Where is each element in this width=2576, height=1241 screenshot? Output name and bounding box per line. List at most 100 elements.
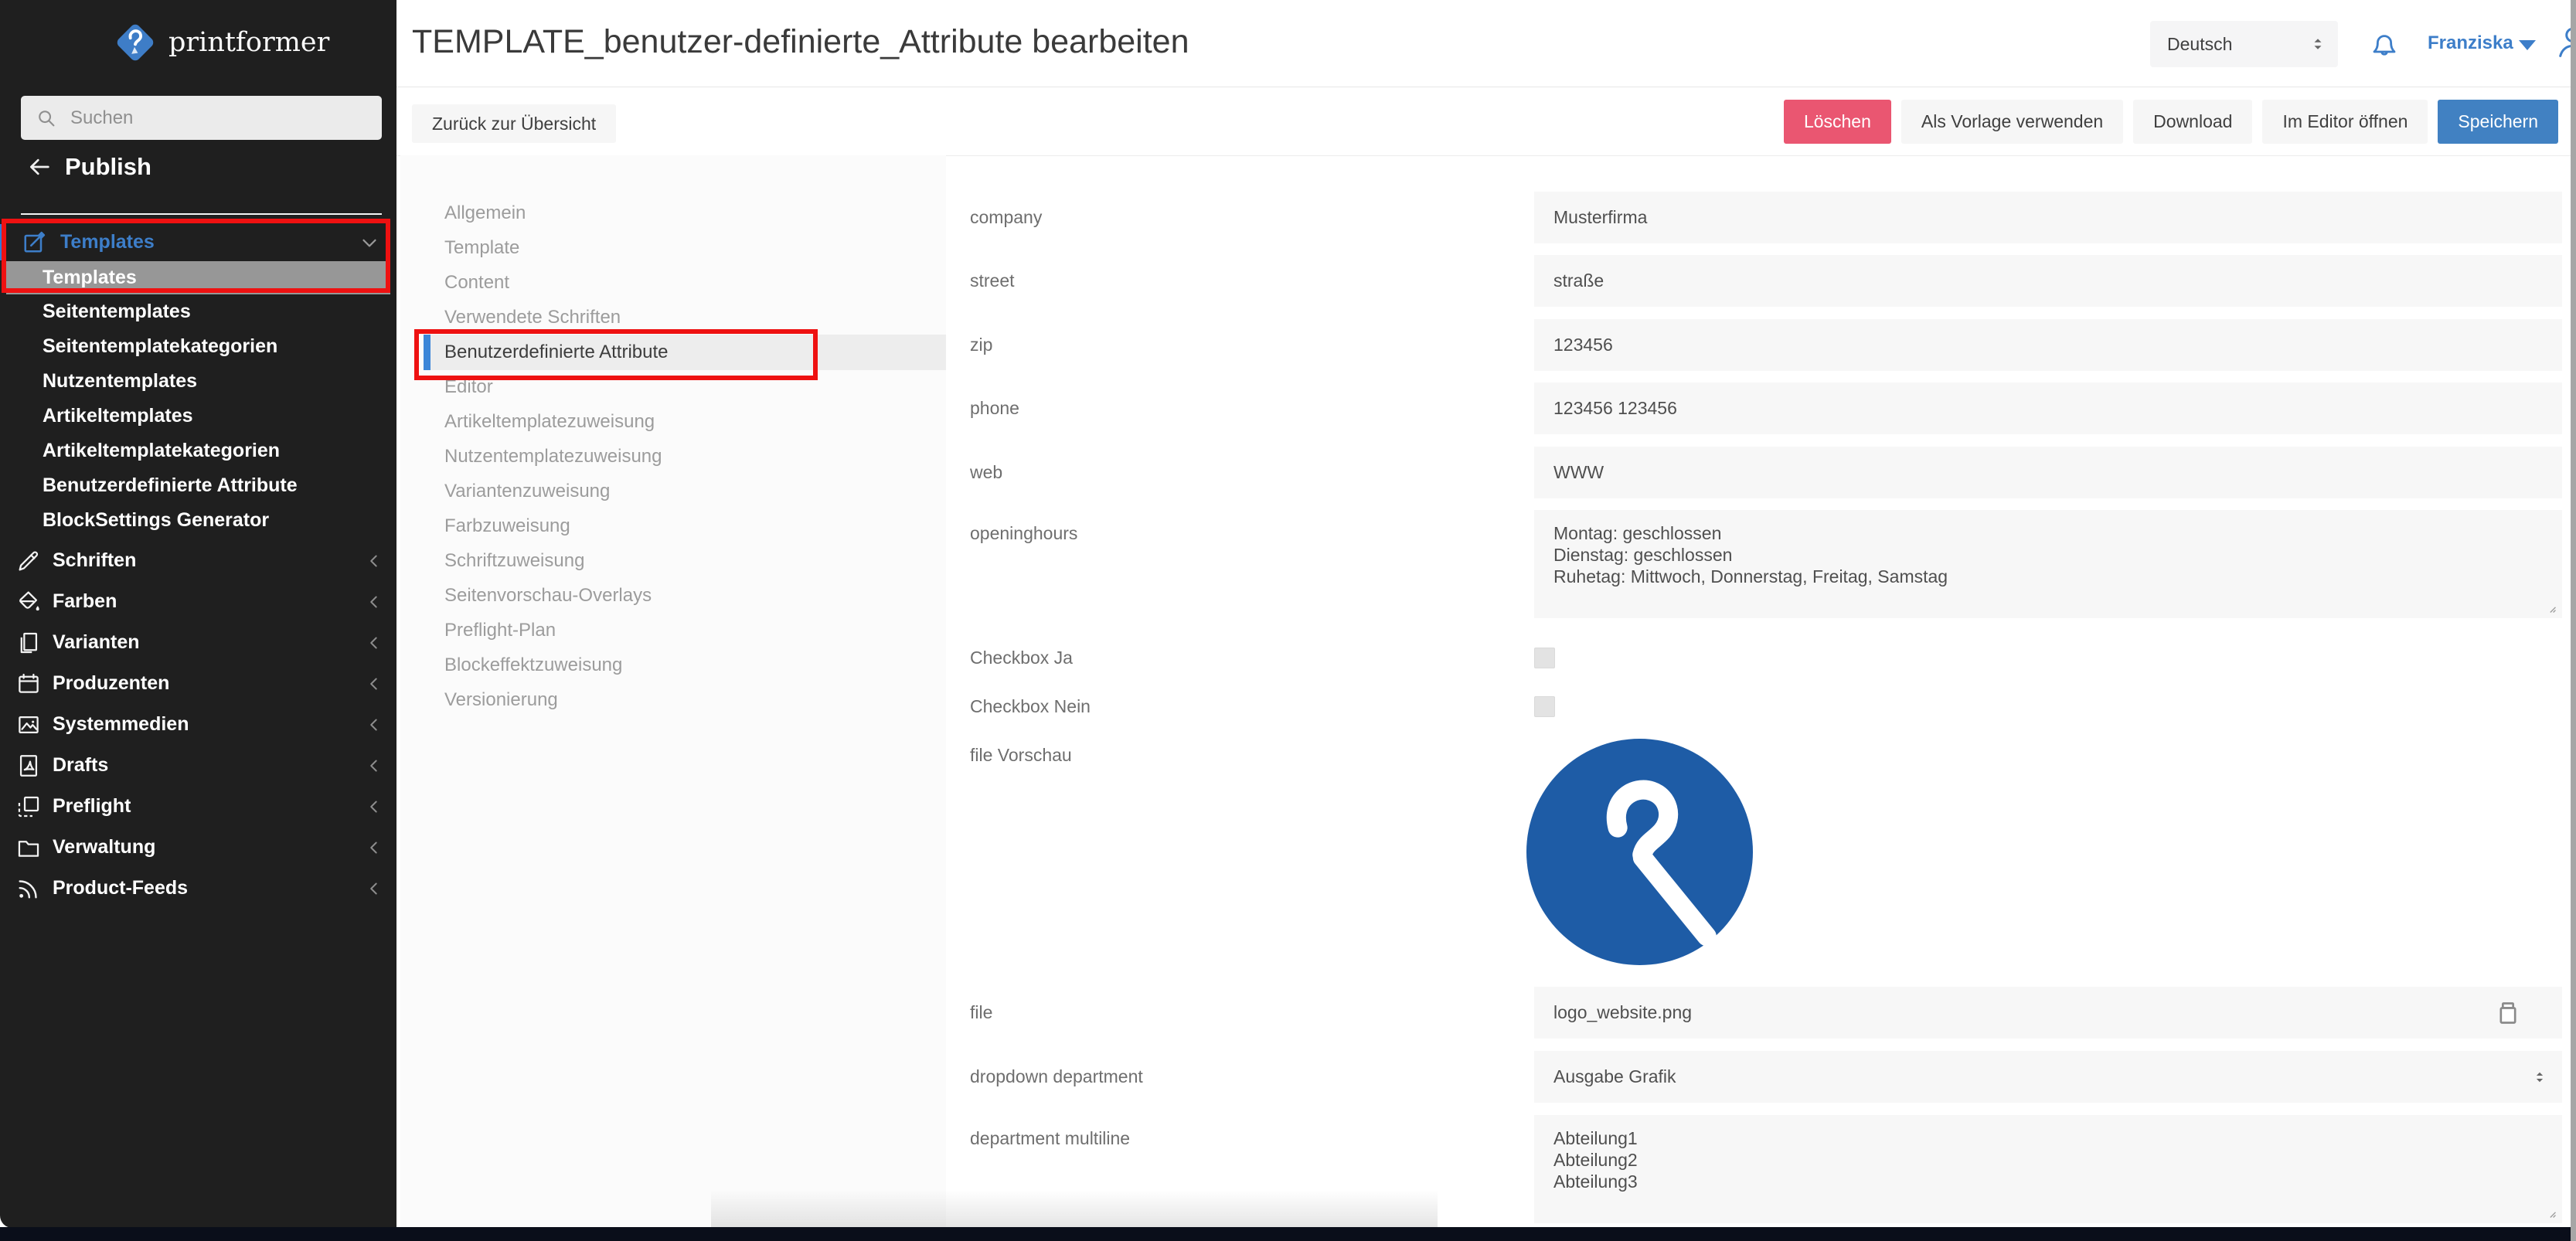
brand: printformer bbox=[111, 19, 329, 66]
subnav-item-blockeffektzuweisung[interactable]: Blockeffektzuweisung bbox=[400, 648, 946, 682]
sidebar-subitem-seitentemplates[interactable]: Seitentemplates bbox=[0, 294, 396, 329]
sidebar-item-product-feeds[interactable]: Product-Feeds bbox=[0, 868, 396, 909]
sidebar-item-systemmedien[interactable]: Systemmedien bbox=[0, 704, 396, 745]
active-indicator-bar bbox=[0, 224, 5, 260]
sidebar-item-label: Produzenten bbox=[53, 672, 169, 695]
sidebar-item-drafts[interactable]: Drafts bbox=[0, 745, 396, 786]
file-vorschau-label: file Vorschau bbox=[970, 739, 1072, 771]
user-name[interactable]: Franziska bbox=[2428, 32, 2513, 54]
department-multiline-label: department multiline bbox=[970, 1115, 1130, 1161]
notifications-bell-icon[interactable] bbox=[2366, 25, 2403, 62]
chevron-left-icon bbox=[364, 715, 384, 735]
chevron-left-icon bbox=[364, 592, 384, 612]
sidebar-subitem-blocksettings-generator[interactable]: BlockSettings Generator bbox=[0, 503, 396, 538]
layers-icon bbox=[15, 794, 42, 820]
subnav-item-template[interactable]: Template bbox=[400, 230, 946, 265]
subnav-item-artikeltemplatezuweisung[interactable]: Artikeltemplatezuweisung bbox=[400, 404, 946, 439]
web-input[interactable] bbox=[1534, 447, 2562, 498]
pdf-file-icon bbox=[15, 753, 42, 779]
department-multiline-textarea[interactable]: Abteilung1 Abteilung2 Abteilung3 bbox=[1534, 1115, 2562, 1223]
subnav-item-seitenvorschau-overlays[interactable]: Seitenvorschau-Overlays bbox=[400, 578, 946, 613]
subnav-item-benutzerdefinierte-attribute[interactable]: Benutzerdefinierte Attribute bbox=[424, 335, 946, 370]
openinghours-value: Montag: geschlossen Dienstag: geschlosse… bbox=[1534, 510, 2562, 600]
sidebar-subitem-nutzentemplates[interactable]: Nutzentemplates bbox=[0, 364, 396, 399]
page-title: TEMPLATE_benutzer-definierte_Attribute b… bbox=[412, 23, 1189, 61]
subitem-label: Benutzerdefinierte Attribute bbox=[43, 474, 298, 497]
file-value: logo_website.png bbox=[1553, 1002, 1692, 1023]
zip-label: zip bbox=[970, 319, 992, 371]
sidebar-item-varianten[interactable]: Varianten bbox=[0, 622, 396, 663]
user-menu-caret-icon[interactable] bbox=[2519, 40, 2536, 50]
language-select[interactable]: Deutsch bbox=[2150, 21, 2338, 67]
window-right-edge bbox=[2571, 0, 2576, 1241]
select-stepper-icon bbox=[2309, 35, 2327, 53]
street-input[interactable] bbox=[1534, 255, 2562, 307]
search-box[interactable] bbox=[21, 96, 382, 140]
sidebar-item-produzenten[interactable]: Produzenten bbox=[0, 663, 396, 704]
pages-icon bbox=[15, 630, 42, 656]
department-multiline-value: Abteilung1 Abteilung2 Abteilung3 bbox=[1534, 1115, 2562, 1205]
file-input[interactable]: logo_website.png bbox=[1534, 987, 2562, 1039]
subitem-label: Artikeltemplatekategorien bbox=[43, 440, 280, 462]
subnav-item-content[interactable]: Content bbox=[400, 265, 946, 300]
search-input[interactable] bbox=[69, 107, 368, 130]
download-button[interactable]: Download bbox=[2133, 100, 2252, 144]
sidebar-subitem-benutzerdefinierte-attribute[interactable]: Benutzerdefinierte Attribute bbox=[0, 468, 396, 503]
company-label: company bbox=[970, 192, 1042, 243]
language-select-value: Deutsch bbox=[2167, 34, 2232, 55]
subnav-item-variantenzuweisung[interactable]: Variantenzuweisung bbox=[400, 474, 946, 508]
sidebar-item-preflight[interactable]: Preflight bbox=[0, 786, 396, 827]
sidebar-item-label: Preflight bbox=[53, 795, 131, 818]
toolbar: Zurück zur Übersicht Löschen Als Vorlage… bbox=[396, 87, 2576, 156]
back-to-overview-button[interactable]: Zurück zur Übersicht bbox=[412, 104, 616, 143]
sidebar-item-farben[interactable]: Farben bbox=[0, 581, 396, 622]
subitem-label: Seitentemplates bbox=[43, 301, 191, 323]
sidebar-item-label: Varianten bbox=[53, 631, 140, 654]
subnav-item-versionierung[interactable]: Versionierung bbox=[400, 682, 946, 717]
dropdown-department-select[interactable]: Ausgabe Grafik bbox=[1534, 1051, 2562, 1103]
sidebar-item-schriften[interactable]: Schriften bbox=[0, 540, 396, 581]
sidebar-subitem-artikeltemplates[interactable]: Artikeltemplates bbox=[0, 399, 396, 434]
archive-box-icon[interactable] bbox=[2493, 998, 2523, 1028]
subnav-item-preflight-plan[interactable]: Preflight-Plan bbox=[400, 613, 946, 648]
delete-button[interactable]: Löschen bbox=[1784, 100, 1891, 144]
subnav-item-editor[interactable]: Editor bbox=[400, 369, 946, 404]
company-input[interactable] bbox=[1534, 192, 2562, 243]
open-in-editor-button[interactable]: Im Editor öffnen bbox=[2262, 100, 2428, 144]
subnav-item-allgemein[interactable]: Allgemein bbox=[400, 196, 946, 230]
chevron-left-icon bbox=[364, 633, 384, 653]
subnav-item-verwendete-schriften[interactable]: Verwendete Schriften bbox=[400, 300, 946, 335]
header: TEMPLATE_benutzer-definierte_Attribute b… bbox=[396, 0, 2576, 87]
sidebar-item-verwaltung[interactable]: Verwaltung bbox=[0, 827, 396, 868]
save-button[interactable]: Speichern bbox=[2438, 100, 2558, 144]
subnav-item-farbzuweisung[interactable]: Farbzuweisung bbox=[400, 508, 946, 543]
image-icon bbox=[15, 712, 42, 738]
resize-handle-icon[interactable] bbox=[2542, 1204, 2557, 1219]
publish-back[interactable]: Publish bbox=[26, 153, 151, 181]
zip-input[interactable] bbox=[1534, 319, 2562, 371]
sidebar-item-templates[interactable]: Templates bbox=[0, 224, 396, 260]
resize-handle-icon[interactable] bbox=[2542, 599, 2557, 614]
folder-icon bbox=[15, 835, 42, 861]
chevron-down-icon bbox=[358, 231, 381, 254]
templates-icon bbox=[20, 229, 48, 257]
checkbox-nein-label: Checkbox Nein bbox=[970, 690, 1091, 722]
checkbox-nein[interactable] bbox=[1534, 696, 1555, 717]
openinghours-textarea[interactable]: Montag: geschlossen Dienstag: geschlosse… bbox=[1534, 510, 2562, 618]
subitem-label: Nutzentemplates bbox=[43, 370, 197, 393]
sidebar-subitem-seitentemplatekategorien[interactable]: Seitentemplatekategorien bbox=[0, 329, 396, 364]
dropdown-department-value: Ausgabe Grafik bbox=[1553, 1066, 1676, 1087]
checkbox-ja[interactable] bbox=[1534, 648, 1555, 668]
phone-input[interactable] bbox=[1534, 382, 2562, 434]
chevron-left-icon bbox=[364, 674, 384, 694]
sidebar-subitem-artikeltemplatekategorien[interactable]: Artikeltemplatekategorien bbox=[0, 434, 396, 468]
street-label: street bbox=[970, 255, 1015, 307]
web-label: web bbox=[970, 447, 1002, 498]
sidebar-item-label: Product-Feeds bbox=[53, 877, 188, 899]
sidebar-subitem-templates[interactable]: Templates bbox=[6, 261, 390, 294]
subnav-item-nutzentemplatezuweisung[interactable]: Nutzentemplatezuweisung bbox=[400, 439, 946, 474]
use-as-template-button[interactable]: Als Vorlage verwenden bbox=[1901, 100, 2123, 144]
openinghours-label: openinghours bbox=[970, 510, 1077, 556]
subnav-item-schriftzuweisung[interactable]: Schriftzuweisung bbox=[400, 543, 946, 578]
chevron-left-icon bbox=[364, 551, 384, 571]
